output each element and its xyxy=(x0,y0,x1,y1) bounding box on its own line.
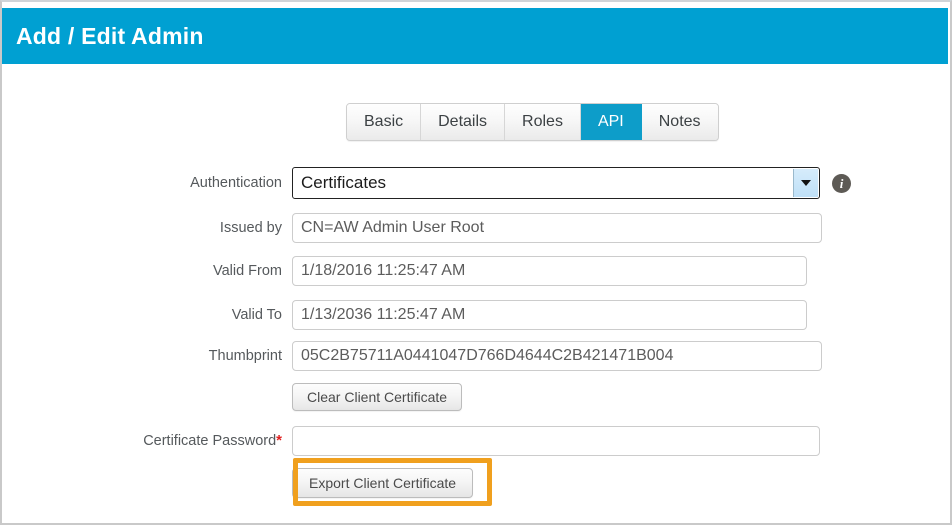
valid-from-label: Valid From xyxy=(212,263,282,279)
row-certificate-password: Certificate Password* xyxy=(2,418,950,463)
chevron-down-icon[interactable] xyxy=(793,169,818,197)
valid-to-field: 1/13/2036 11:25:47 AM xyxy=(292,299,807,330)
issued-by-label: Issued by xyxy=(219,219,282,236)
tab-details[interactable]: Details xyxy=(421,104,506,140)
issued-by-field: CN=AW Admin User Root xyxy=(292,212,822,243)
add-edit-admin-window: Add / Edit Admin Basic Details Roles API… xyxy=(0,0,952,525)
certificate-password-label: Certificate Password* xyxy=(2,432,292,449)
tab-notes[interactable]: Notes xyxy=(641,104,718,140)
valid-from-field: 1/18/2016 11:25:47 AM xyxy=(292,256,807,286)
row-issued-by: Issued by CN=AW Admin User Root xyxy=(2,206,950,249)
authentication-selected-value: Certificates xyxy=(301,173,387,192)
certificate-password-input[interactable] xyxy=(292,425,820,456)
authentication-select[interactable]: Certificates xyxy=(292,167,820,199)
tab-api[interactable]: API xyxy=(580,104,642,140)
row-authentication: Authentication Certificates i xyxy=(2,160,950,206)
certificate-password-label-text: Certificate Password xyxy=(143,433,277,449)
row-valid-from: Valid From 1/18/2016 11:25:47 AM xyxy=(2,249,950,293)
api-form: Authentication Certificates i Issued by … xyxy=(2,160,950,503)
tab-basic[interactable]: Basic xyxy=(347,104,422,140)
authentication-label: Authentication xyxy=(190,175,282,191)
tab-roles[interactable]: Roles xyxy=(505,104,581,140)
row-clear-certificate: Clear Client Certificate xyxy=(2,376,950,418)
caret-shape xyxy=(801,180,811,186)
page-header: Add / Edit Admin xyxy=(2,8,948,64)
thumbprint-label: Thumbprint xyxy=(208,348,282,364)
thumbprint-field: 05C2B75711A0441047D766D4644C2B421471B004 xyxy=(292,341,822,371)
required-asterisk: * xyxy=(276,432,282,449)
row-thumbprint: Thumbprint 05C2B75711A0441047D766D4644C2… xyxy=(2,336,950,376)
info-icon[interactable]: i xyxy=(832,173,851,193)
row-export-certificate: Export Client Certificate xyxy=(2,463,950,503)
tab-bar: Basic Details Roles API Notes xyxy=(346,103,719,141)
clear-client-certificate-button[interactable]: Clear Client Certificate xyxy=(292,383,463,411)
row-valid-to: Valid To 1/13/2036 11:25:47 AM xyxy=(2,293,950,336)
valid-to-label: Valid To xyxy=(231,306,282,323)
export-client-certificate-button[interactable]: Export Client Certificate xyxy=(292,468,474,498)
page-title: Add / Edit Admin xyxy=(16,22,204,49)
